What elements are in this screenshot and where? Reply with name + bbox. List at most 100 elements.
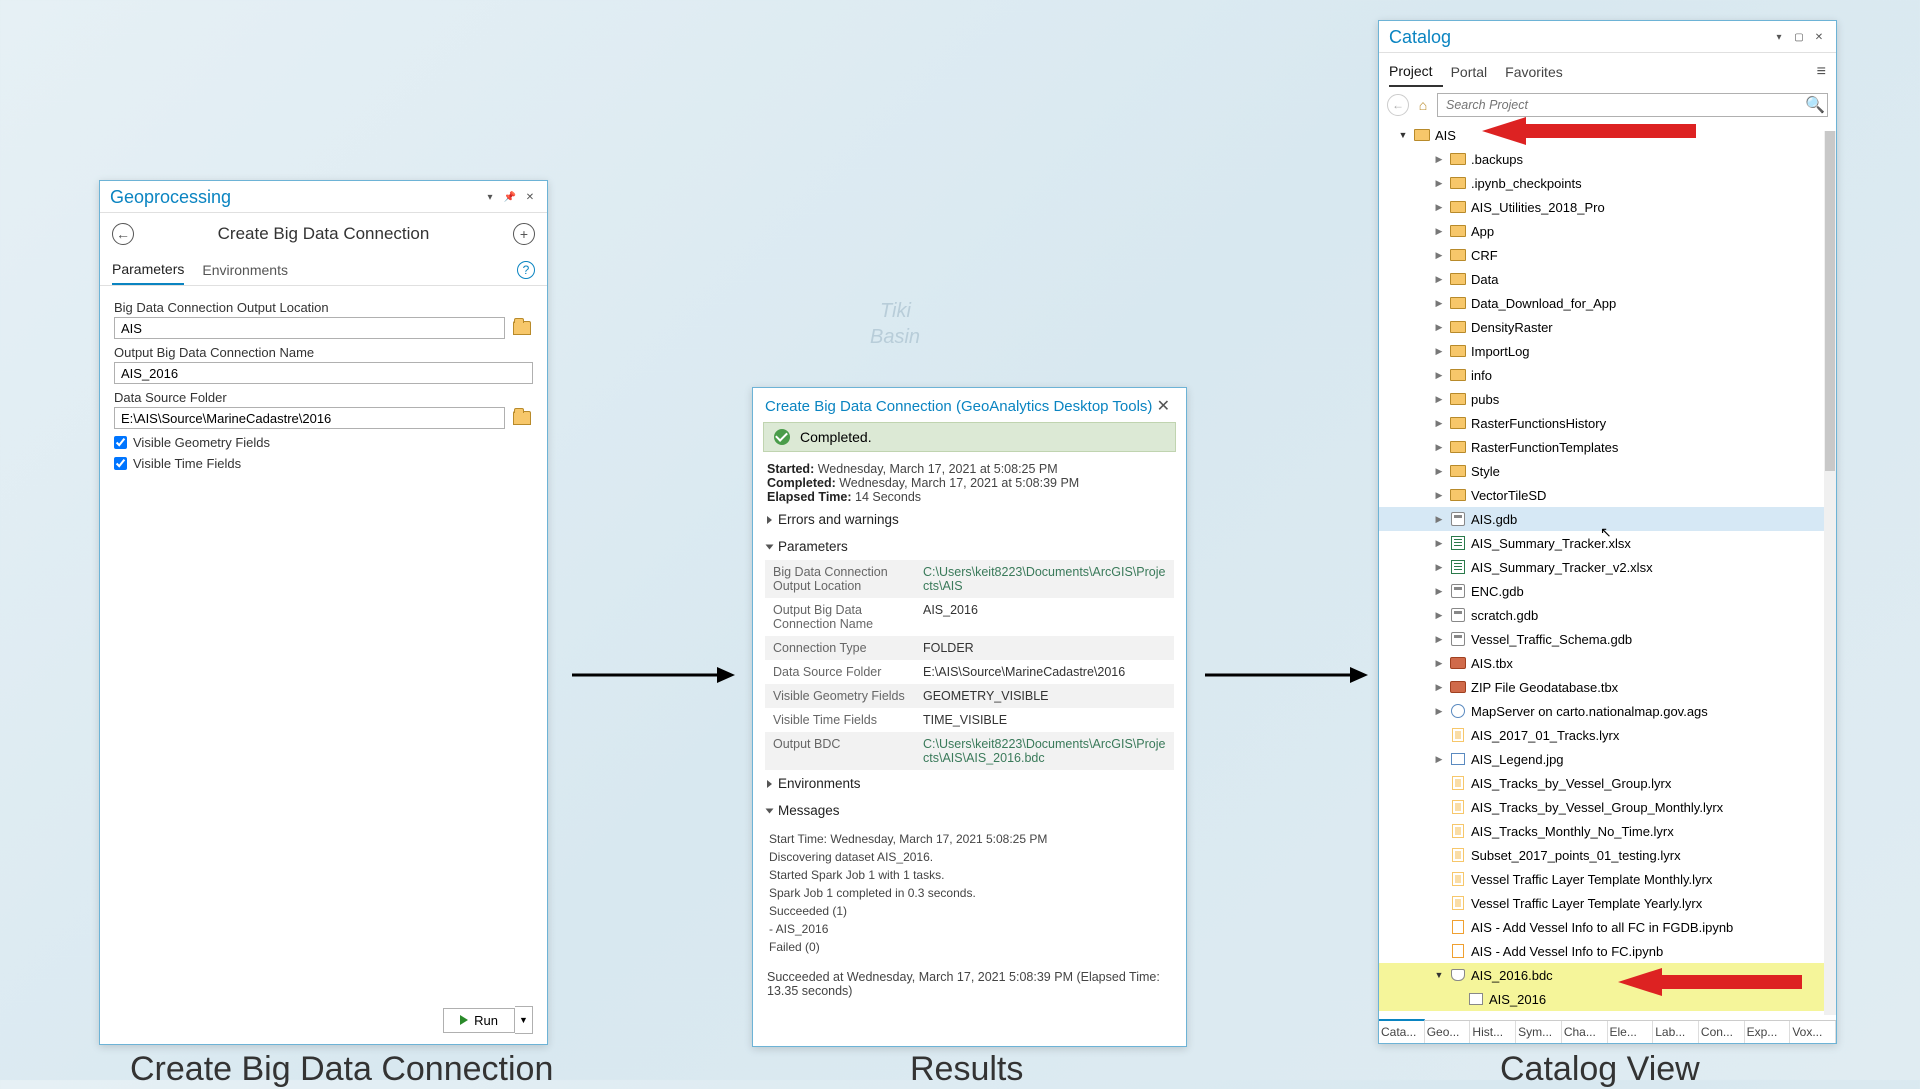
search-input[interactable] <box>1438 94 1803 116</box>
scrollbar-thumb[interactable] <box>1825 131 1835 471</box>
bottom-tab[interactable]: Vox... <box>1790 1021 1836 1043</box>
input-data-source[interactable] <box>114 407 505 429</box>
geoprocessing-title-bar: Geoprocessing ▾ 📌 ✕ <box>100 181 547 213</box>
section-parameters[interactable]: Parameters <box>753 533 1186 560</box>
tree-item[interactable]: ▶scratch.gdb <box>1379 603 1836 627</box>
tab-favorites[interactable]: Favorites <box>1505 58 1573 86</box>
param-key: Output BDC <box>765 732 915 770</box>
tree-item[interactable]: ▶ZIP File Geodatabase.tbx <box>1379 675 1836 699</box>
tab-project[interactable]: Project <box>1389 57 1443 87</box>
tree-item[interactable]: ▶DensityRaster <box>1379 315 1836 339</box>
section-messages[interactable]: Messages <box>753 797 1186 824</box>
tree-item-label: Vessel Traffic Layer Template Yearly.lyr… <box>1471 896 1702 911</box>
tab-parameters[interactable]: Parameters <box>112 255 184 285</box>
panel-close-button[interactable]: ✕ <box>1812 31 1826 45</box>
catalog-tree[interactable]: ▼AIS▶.backups▶.ipynb_checkpoints▶AIS_Uti… <box>1379 123 1836 1015</box>
label-output-name: Output Big Data Connection Name <box>114 345 533 360</box>
nav-back-button[interactable]: ← <box>1387 94 1409 116</box>
panel-close-button[interactable]: ✕ <box>523 191 537 205</box>
tree-item[interactable]: ▶ImportLog <box>1379 339 1836 363</box>
server-icon <box>1451 704 1465 718</box>
caption-mid: Results <box>910 1050 1023 1089</box>
tree-item[interactable]: Vessel Traffic Layer Template Monthly.ly… <box>1379 867 1836 891</box>
tree-item-label: RasterFunctionsHistory <box>1471 416 1606 431</box>
run-dropdown[interactable]: ▼ <box>515 1006 533 1034</box>
gdb-icon <box>1451 584 1465 598</box>
lyrx-icon <box>1452 776 1464 790</box>
home-button[interactable]: ⌂ <box>1413 96 1433 114</box>
tree-item[interactable]: ▶ENC.gdb <box>1379 579 1836 603</box>
bottom-tab[interactable]: Geo... <box>1425 1021 1471 1043</box>
scrollbar[interactable] <box>1824 131 1836 1015</box>
tree-item[interactable]: Vessel Traffic Layer Template Yearly.lyr… <box>1379 891 1836 915</box>
bottom-tab[interactable]: Ele... <box>1608 1021 1654 1043</box>
bottom-tab[interactable]: Hist... <box>1470 1021 1516 1043</box>
tree-item[interactable]: AIS - Add Vessel Info to FC.ipynb <box>1379 939 1836 963</box>
param-key: Visible Time Fields <box>765 708 915 732</box>
panel-pin-button[interactable]: 📌 <box>503 191 517 205</box>
tree-item[interactable]: ▶Style <box>1379 459 1836 483</box>
tab-portal[interactable]: Portal <box>1451 58 1498 86</box>
tree-item[interactable]: AIS_Tracks_by_Vessel_Group_Monthly.lyrx <box>1379 795 1836 819</box>
ipynb-icon <box>1452 944 1464 958</box>
tree-item-label: Subset_2017_points_01_testing.lyrx <box>1471 848 1681 863</box>
tree-item[interactable]: ▶Data_Download_for_App <box>1379 291 1836 315</box>
tree-item[interactable]: ▶.backups <box>1379 147 1836 171</box>
help-button[interactable]: ? <box>517 261 535 279</box>
tree-item[interactable]: AIS_2017_01_Tracks.lyrx <box>1379 723 1836 747</box>
results-meta: Started: Wednesday, March 17, 2021 at 5:… <box>753 452 1186 506</box>
back-button[interactable]: ← <box>112 223 134 245</box>
param-row: Output BDCC:\Users\keit8223\Documents\Ar… <box>765 732 1174 770</box>
tree-item[interactable]: ▶AIS_Utilities_2018_Pro <box>1379 195 1836 219</box>
tree-item[interactable]: Subset_2017_points_01_testing.lyrx <box>1379 843 1836 867</box>
close-button[interactable]: ✕ <box>1153 396 1174 416</box>
tree-item-label: AIS - Add Vessel Info to all FC in FGDB.… <box>1471 920 1733 935</box>
hamburger-icon[interactable]: ≡ <box>1817 63 1826 81</box>
tree-item[interactable]: ▶CRF <box>1379 243 1836 267</box>
tree-item[interactable]: ▶.ipynb_checkpoints <box>1379 171 1836 195</box>
bdc-icon <box>1451 969 1465 981</box>
tree-item[interactable]: ▶RasterFunctionTemplates <box>1379 435 1836 459</box>
tree-item-label: info <box>1471 368 1492 383</box>
search-icon[interactable]: 🔍 <box>1803 94 1827 116</box>
tree-item[interactable]: AIS_Tracks_by_Vessel_Group.lyrx <box>1379 771 1836 795</box>
checkbox-visible-time[interactable]: Visible Time Fields <box>114 456 533 471</box>
bottom-tab[interactable]: Exp... <box>1745 1021 1791 1043</box>
tool-options-button[interactable]: + <box>513 223 535 245</box>
bottom-tab[interactable]: Sym... <box>1516 1021 1562 1043</box>
checkbox-visible-geometry[interactable]: Visible Geometry Fields <box>114 435 533 450</box>
panel-menu-button[interactable]: ▾ <box>483 191 497 205</box>
panel-pin-button[interactable]: ▢ <box>1792 31 1806 45</box>
tree-item[interactable]: AIS_Tracks_Monthly_No_Time.lyrx <box>1379 819 1836 843</box>
bottom-tab[interactable]: Cata... <box>1379 1019 1425 1043</box>
tree-item[interactable]: ▶pubs <box>1379 387 1836 411</box>
section-environments[interactable]: Environments <box>753 770 1186 797</box>
tree-item[interactable]: ▶AIS_Summary_Tracker_v2.xlsx <box>1379 555 1836 579</box>
tree-item[interactable]: ▶RasterFunctionsHistory <box>1379 411 1836 435</box>
tree-item[interactable]: ▶Vessel_Traffic_Schema.gdb <box>1379 627 1836 651</box>
input-output-location[interactable] <box>114 317 505 339</box>
input-output-name[interactable] <box>114 362 533 384</box>
tree-item[interactable]: ▶info <box>1379 363 1836 387</box>
tree-item[interactable]: AIS - Add Vessel Info to all FC in FGDB.… <box>1379 915 1836 939</box>
folder-link-icon <box>1414 129 1430 141</box>
browse-output-location[interactable] <box>511 319 533 337</box>
tree-item[interactable]: ▶VectorTileSD <box>1379 483 1836 507</box>
log-line: Failed (0) <box>769 938 1170 956</box>
browse-data-source[interactable] <box>511 409 533 427</box>
tree-item[interactable]: ▶AIS.tbx <box>1379 651 1836 675</box>
tree-item[interactable]: ▶MapServer on carto.nationalmap.gov.ags <box>1379 699 1836 723</box>
run-button[interactable]: Run <box>443 1008 515 1033</box>
tab-environments[interactable]: Environments <box>202 256 288 284</box>
tree-item[interactable]: ▶App <box>1379 219 1836 243</box>
param-value[interactable]: C:\Users\keit8223\Documents\ArcGIS\Proje… <box>915 732 1174 770</box>
bottom-tab[interactable]: Lab... <box>1653 1021 1699 1043</box>
section-errors[interactable]: Errors and warnings <box>753 506 1186 533</box>
bottom-tab[interactable]: Cha... <box>1562 1021 1608 1043</box>
param-value[interactable]: C:\Users\keit8223\Documents\ArcGIS\Proje… <box>915 560 1174 598</box>
param-row: Connection TypeFOLDER <box>765 636 1174 660</box>
tree-item[interactable]: ▶Data <box>1379 267 1836 291</box>
tree-item[interactable]: ▶AIS_Legend.jpg <box>1379 747 1836 771</box>
bottom-tab[interactable]: Con... <box>1699 1021 1745 1043</box>
panel-menu-button[interactable]: ▾ <box>1772 31 1786 45</box>
